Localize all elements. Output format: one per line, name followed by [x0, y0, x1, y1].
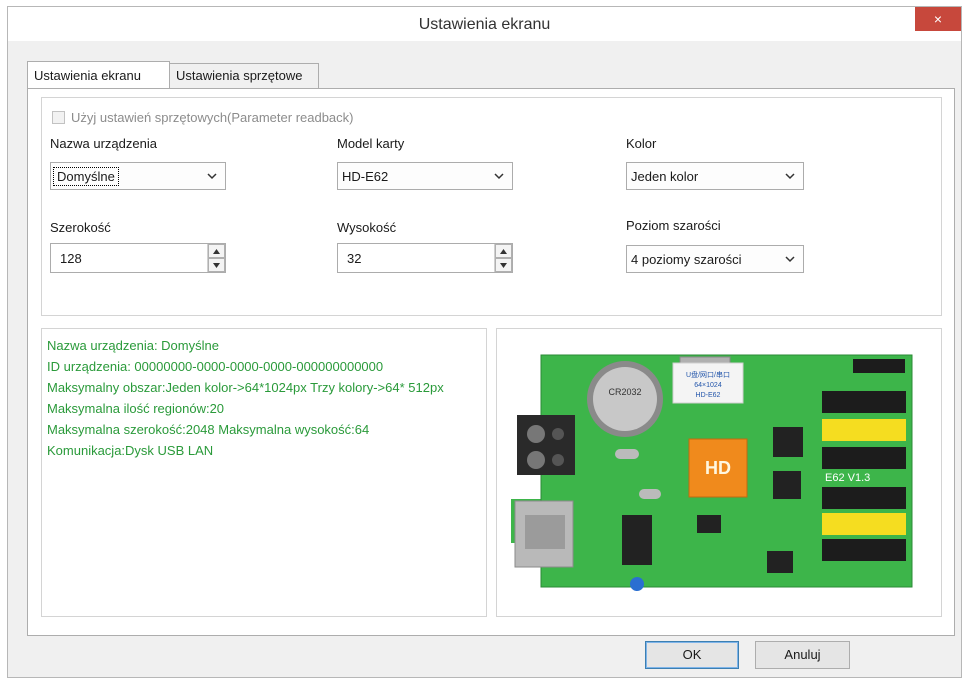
tab-screen-settings[interactable]: Ustawienia ekranu: [27, 61, 170, 88]
color-value: Jeden kolor: [631, 169, 699, 184]
arrow-down-icon: [500, 262, 507, 268]
height-decrement-button[interactable]: [495, 258, 512, 272]
window-title: Ustawienia ekranu: [418, 16, 551, 33]
chevron-down-icon: [207, 171, 217, 181]
sticker-line-1: U盘/网口/串口: [686, 370, 730, 379]
color-label: Kolor: [626, 136, 657, 151]
height-label: Wysokość: [337, 220, 397, 235]
close-icon: ×: [933, 11, 943, 27]
sticker-line-3: HD-E62: [696, 392, 721, 399]
tab-panel-screen-settings: Użyj ustawień sprzętowych(Parameter read…: [27, 88, 955, 636]
settings-group: Użyj ustawień sprzętowych(Parameter read…: [41, 97, 942, 316]
grayscale-label: Poziom szarości: [626, 218, 721, 233]
grayscale-value: 4 poziomy szarości: [631, 252, 742, 267]
chevron-down-icon: [785, 254, 795, 264]
device-name-select[interactable]: Domyślne: [50, 162, 226, 190]
height-spinbox[interactable]: 32: [337, 243, 513, 273]
chevron-down-icon: [494, 171, 504, 181]
title-bar: Ustawienia ekranu ×: [8, 7, 961, 41]
info-max-area: Maksymalny obszar:Jeden kolor->64*1024px…: [47, 380, 444, 395]
height-value: 32: [347, 251, 362, 266]
controller-card-image: CR2032 U盘/网口/串口 64×1024 HD-E62 HD E62 V1…: [511, 354, 913, 591]
readback-checkbox-label: Użyj ustawień sprzętowych(Parameter read…: [71, 109, 354, 125]
width-label: Szerokość: [50, 220, 111, 235]
height-increment-button[interactable]: [495, 244, 512, 258]
close-button[interactable]: ×: [915, 7, 961, 31]
info-communication: Komunikacja:Dysk USB LAN: [47, 443, 214, 458]
readback-checkbox-row[interactable]: Użyj ustawień sprzętowych(Parameter read…: [52, 109, 354, 125]
card-model-label: Model karty: [337, 136, 405, 151]
card-model-select[interactable]: HD-E62: [337, 162, 513, 190]
controller-card-photo-panel: CR2032 U盘/网口/串口 64×1024 HD-E62 HD E62 V1…: [496, 328, 942, 617]
card-model-value: HD-E62: [342, 169, 389, 184]
cancel-button[interactable]: Anuluj: [755, 641, 850, 669]
device-name-value: Domyślne: [53, 167, 119, 186]
info-device-id: ID urządzenia: 00000000-0000-0000-0000-0…: [47, 359, 384, 374]
ok-button[interactable]: OK: [645, 641, 739, 669]
board-version-label: E62 V1.3: [825, 472, 870, 484]
height-spin-buttons: [494, 244, 512, 272]
info-max-regions: Maksymalna ilość regionów:20: [47, 401, 225, 416]
readback-checkbox[interactable]: [52, 110, 65, 124]
svg-text:HD: HD: [705, 458, 731, 478]
arrow-up-icon: [213, 248, 220, 254]
color-select[interactable]: Jeden kolor: [626, 162, 804, 190]
tab-hardware-settings[interactable]: Ustawienia sprzętowe: [169, 63, 319, 89]
width-increment-button[interactable]: [208, 244, 225, 258]
width-spinbox[interactable]: 128: [50, 243, 226, 273]
dialog-window: Ustawienia ekranu × Ustawienia ekranu Us…: [7, 6, 962, 678]
width-decrement-button[interactable]: [208, 258, 225, 272]
width-value: 128: [60, 251, 82, 266]
device-name-label: Nazwa urządzenia: [50, 136, 157, 151]
info-max-size: Maksymalna szerokość:2048 Maksymalna wys…: [47, 422, 370, 437]
device-info-panel: Nazwa urządzenia: Domyślne ID urządzenia…: [41, 328, 487, 617]
sticker-line-2: 64×1024: [694, 382, 722, 389]
grayscale-select[interactable]: 4 poziomy szarości: [626, 245, 804, 273]
battery-label: CR2032: [608, 387, 641, 397]
arrow-up-icon: [500, 248, 507, 254]
width-spin-buttons: [207, 244, 225, 272]
info-device-name: Nazwa urządzenia: Domyślne: [47, 338, 219, 353]
arrow-down-icon: [213, 262, 220, 268]
chevron-down-icon: [785, 171, 795, 181]
